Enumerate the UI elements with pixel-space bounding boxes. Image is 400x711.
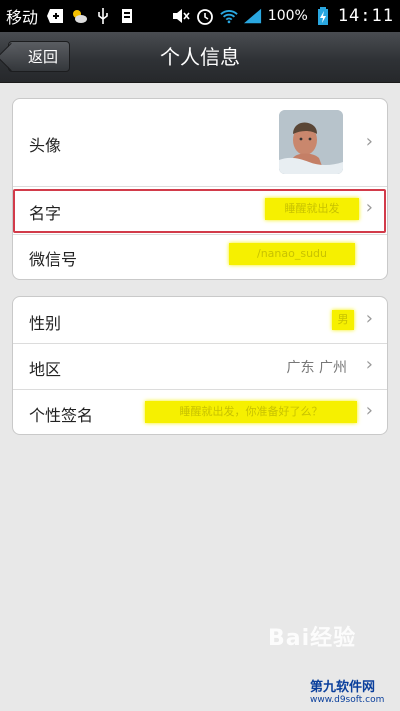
gender-label: 性别 (29, 314, 62, 333)
gender-row[interactable]: 性别 男 › (13, 297, 387, 343)
wifi-icon (220, 7, 238, 25)
weather-icon (70, 7, 88, 25)
status-bar: 移动 100% 14:11 (0, 0, 400, 32)
avatar-chevron-icon: › (365, 131, 373, 152)
system-icons: 100% 14:11 (172, 6, 394, 26)
carrier-label: 移动 (6, 8, 39, 27)
region-chevron-icon: › (365, 354, 373, 375)
avatar (279, 110, 343, 174)
site-watermark-url: www.d9soft.com (310, 695, 385, 705)
details-group: 性别 男 › 地区 广东 广州 › 个性签名 睡醒就出发，你准备好了么？ › (12, 296, 388, 435)
wechat-id-value: /nanao_sudu (229, 243, 355, 265)
signature-chevron-icon: › (365, 400, 373, 421)
site-watermark: 第九软件网 www.d9soft.com (310, 670, 400, 711)
notification-icons (46, 7, 136, 25)
region-value: 广东 广州 (286, 360, 347, 376)
region-label: 地区 (29, 360, 62, 379)
add-notification-icon (46, 7, 64, 25)
avatar-row[interactable]: 头像 › (13, 99, 387, 186)
signature-label: 个性签名 (29, 406, 94, 425)
site-watermark-name: 第九软件网 (310, 680, 376, 695)
page-title: 个人信息 (160, 45, 240, 69)
gender-chevron-icon: › (365, 308, 373, 329)
mute-icon (172, 7, 190, 25)
signal-icon (243, 7, 262, 25)
baidu-watermark: Bai经验 (268, 626, 357, 651)
battery-charging-icon (314, 7, 332, 25)
clock: 14:11 (337, 6, 394, 26)
signature-row[interactable]: 个性签名 睡醒就出发，你准备好了么？ › (13, 390, 387, 436)
sd-card-icon (118, 7, 136, 25)
wechat-id-row[interactable]: 微信号 /nanao_sudu (13, 235, 387, 281)
gender-value: 男 (332, 310, 354, 330)
avatar-label: 头像 (29, 136, 62, 155)
signature-value: 睡醒就出发，你准备好了么？ (145, 401, 357, 423)
title-bar: 返回 个人信息 (0, 32, 400, 83)
battery-percentage: 100% (267, 8, 308, 24)
region-row[interactable]: 地区 广东 广州 › (13, 344, 387, 389)
alarm-icon (196, 7, 214, 25)
wechat-id-label: 微信号 (29, 250, 78, 269)
name-row-highlight (13, 189, 386, 233)
usb-icon (94, 7, 112, 25)
